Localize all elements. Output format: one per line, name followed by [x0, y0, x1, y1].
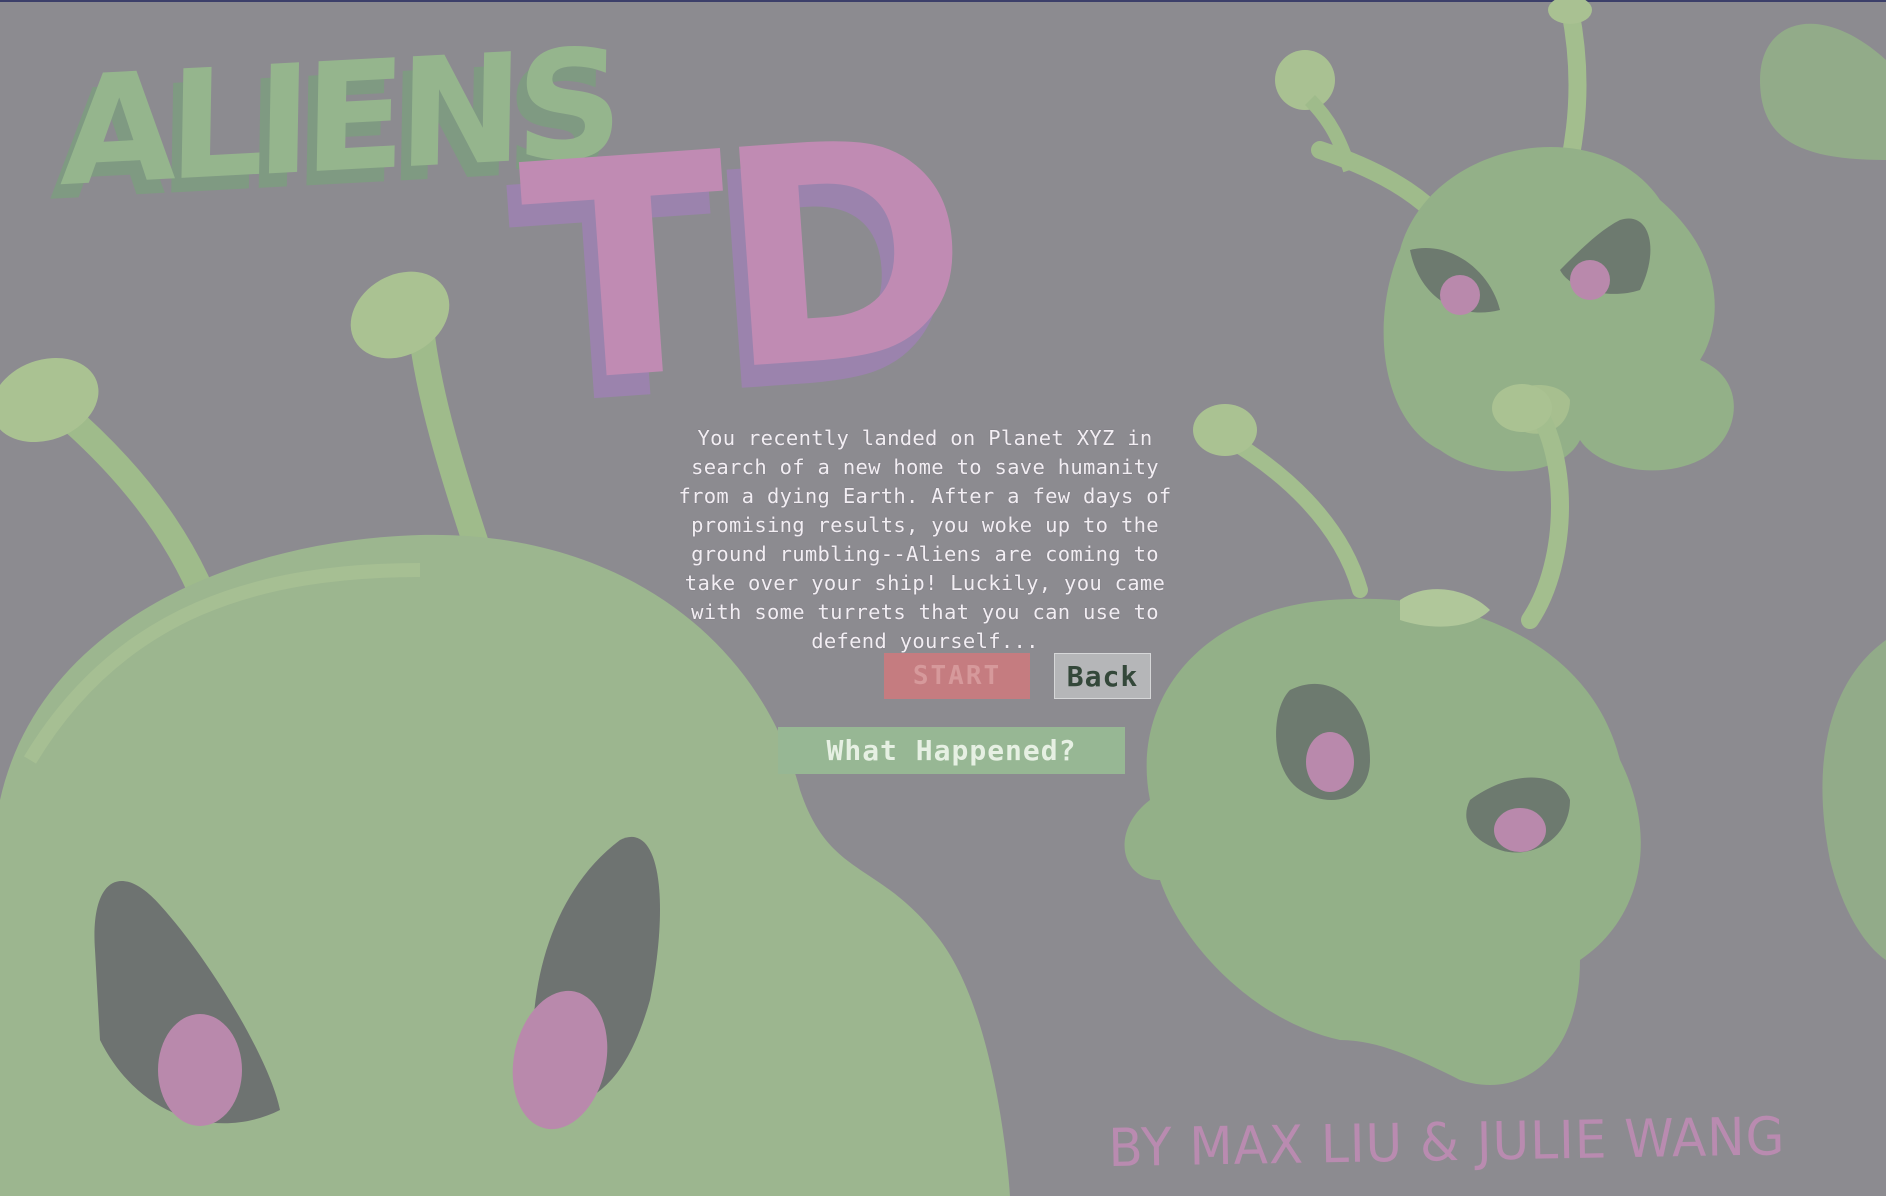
back-button[interactable]: Back [1054, 653, 1151, 699]
game-menu-screen: ALIENS TD You recently landed on Planet … [0, 0, 1886, 1196]
start-button[interactable]: START [884, 653, 1030, 699]
story-text: You recently landed on Planet XYZ in sea… [678, 426, 1172, 653]
credits-text: BY MAX LIU & JULIE WANG [1107, 1105, 1786, 1179]
what-happened-button[interactable]: What Happened? [778, 727, 1125, 774]
game-title-td: TD [513, 72, 971, 452]
